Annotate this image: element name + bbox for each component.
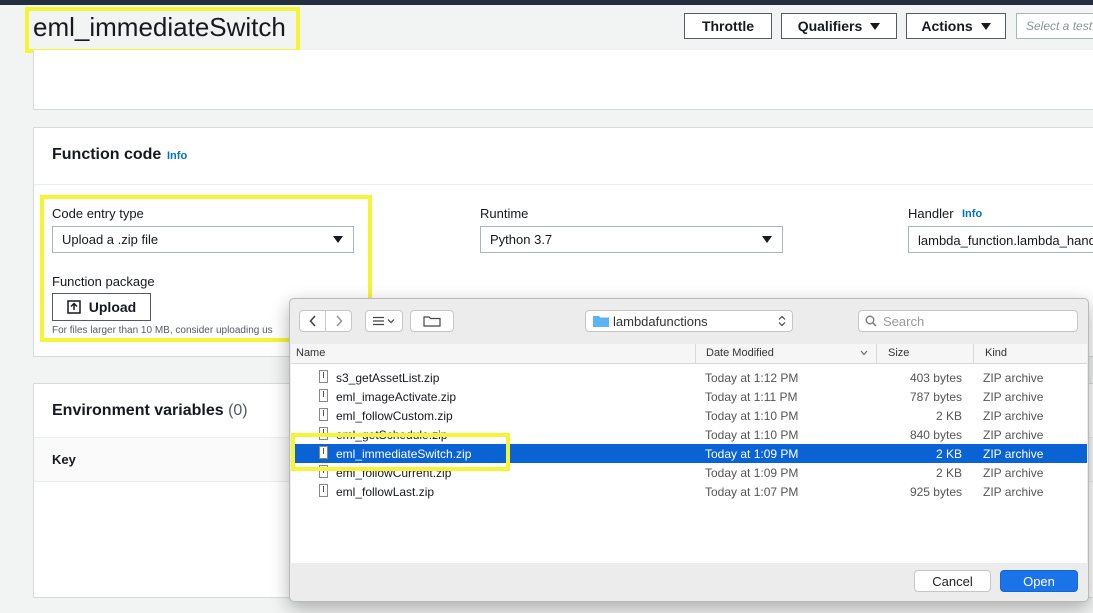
file-size: 403 bytes <box>909 371 962 385</box>
runtime-value: Python 3.7 <box>490 232 553 247</box>
file-size: 2 KB <box>935 447 962 461</box>
page-title: eml_immediateSwitch <box>33 12 286 42</box>
handler-input[interactable]: lambda_function.lambda_hand <box>908 226 1093 253</box>
upload-button[interactable]: Upload <box>52 293 151 321</box>
selected-file-highlight <box>291 433 510 471</box>
file-row[interactable]: eml_imageActivate.zip Today at 1:11 PM 787… <box>291 387 1087 406</box>
file-name: eml_followCustom.zip <box>336 409 453 423</box>
function-code-header <box>34 128 1093 185</box>
chevron-down-icon <box>980 22 991 30</box>
file-kind: ZIP archive <box>983 428 1044 442</box>
chevron-left-icon <box>308 315 316 327</box>
folder-icon <box>593 316 609 327</box>
file-size: 840 bytes <box>909 428 962 442</box>
file-name: eml_imageActivate.zip <box>336 390 457 404</box>
file-date: Today at 1:10 PM <box>705 409 799 423</box>
chevron-down-icon <box>870 22 881 30</box>
file-row[interactable]: s3_getAssetList.zip Today at 1:12 PM 403 b… <box>291 368 1087 387</box>
file-size: 925 bytes <box>909 485 962 499</box>
file-row[interactable]: eml_followLast.zip Today at 1:07 PM 925 by… <box>291 482 1087 501</box>
test-event-select[interactable]: Select a test <box>1016 13 1093 39</box>
zip-file-icon <box>319 370 328 383</box>
location-popup[interactable]: lambdafunctions <box>585 310 793 332</box>
search-field[interactable]: Search <box>858 310 1078 332</box>
file-size: 2 KB <box>935 466 962 480</box>
info-link[interactable]: Info <box>167 150 187 162</box>
name-column-header[interactable]: Name <box>296 347 325 359</box>
chevron-down-icon <box>762 236 772 243</box>
runtime-label: Runtime <box>480 206 529 221</box>
file-list-header: Name Date Modified Size Kind <box>291 344 1087 364</box>
file-date: Today at 1:09 PM <box>705 466 799 480</box>
upload-hint: For files larger than 10 MB, consider up… <box>52 325 273 336</box>
handler-label: Handler <box>908 206 954 221</box>
upload-icon <box>67 300 81 314</box>
handler-info-link[interactable]: Info <box>962 208 982 220</box>
file-kind: ZIP archive <box>983 390 1044 404</box>
previous-panel <box>33 50 1093 110</box>
file-date: Today at 1:09 PM <box>705 447 799 461</box>
kind-column-header[interactable]: Kind <box>985 347 1007 359</box>
list-view-icon <box>373 316 395 326</box>
throttle-button[interactable]: Throttle <box>684 13 772 39</box>
function-code-heading: Function code <box>52 146 162 163</box>
search-icon <box>865 315 877 327</box>
zip-file-icon <box>319 484 328 497</box>
key-column-header: Key <box>52 452 76 467</box>
file-date: Today at 1:11 PM <box>705 390 798 404</box>
column-divider <box>973 344 974 363</box>
actions-button[interactable]: Actions <box>906 13 1006 39</box>
env-vars-heading: Environment variables (0) <box>52 402 248 419</box>
updown-chevron-icon <box>778 315 786 327</box>
file-size: 2 KB <box>935 409 962 423</box>
qualifiers-button[interactable]: Qualifiers <box>781 13 897 39</box>
back-button[interactable] <box>299 310 326 332</box>
forward-button[interactable] <box>325 310 352 332</box>
date-column-header[interactable]: Date Modified <box>706 347 774 359</box>
file-row[interactable]: eml_followCustom.zip Today at 1:10 PM 2 KB… <box>291 406 1087 425</box>
zip-file-icon <box>319 389 328 402</box>
file-name: eml_followLast.zip <box>336 485 435 499</box>
chevron-down-icon <box>333 236 343 243</box>
runtime-select[interactable]: Python 3.7 <box>480 226 783 253</box>
file-date: Today at 1:12 PM <box>705 371 799 385</box>
file-kind: ZIP archive <box>983 371 1044 385</box>
function-package-label: Function package <box>52 274 155 289</box>
file-kind: ZIP archive <box>983 466 1044 480</box>
open-button[interactable]: Open <box>1000 570 1078 592</box>
file-kind: ZIP archive <box>983 447 1044 461</box>
cancel-button[interactable]: Cancel <box>914 570 991 592</box>
code-entry-label: Code entry type <box>52 206 144 221</box>
column-divider <box>695 344 696 363</box>
file-kind: ZIP archive <box>983 485 1044 499</box>
new-folder-icon <box>423 316 441 327</box>
file-date: Today at 1:10 PM <box>705 428 799 442</box>
sort-descending-icon <box>860 350 868 356</box>
view-options-button[interactable] <box>365 310 403 332</box>
chevron-right-icon <box>335 315 343 327</box>
file-name: s3_getAssetList.zip <box>336 371 440 385</box>
code-entry-select[interactable]: Upload a .zip file <box>52 226 354 253</box>
top-nav-bar <box>0 0 1093 5</box>
column-divider <box>876 344 877 363</box>
file-kind: ZIP archive <box>983 409 1044 423</box>
code-entry-value: Upload a .zip file <box>62 232 159 247</box>
file-size: 787 bytes <box>909 390 962 404</box>
zip-file-icon <box>319 408 328 421</box>
new-folder-button[interactable] <box>410 310 454 332</box>
file-date: Today at 1:07 PM <box>705 485 799 499</box>
size-column-header[interactable]: Size <box>888 347 909 359</box>
